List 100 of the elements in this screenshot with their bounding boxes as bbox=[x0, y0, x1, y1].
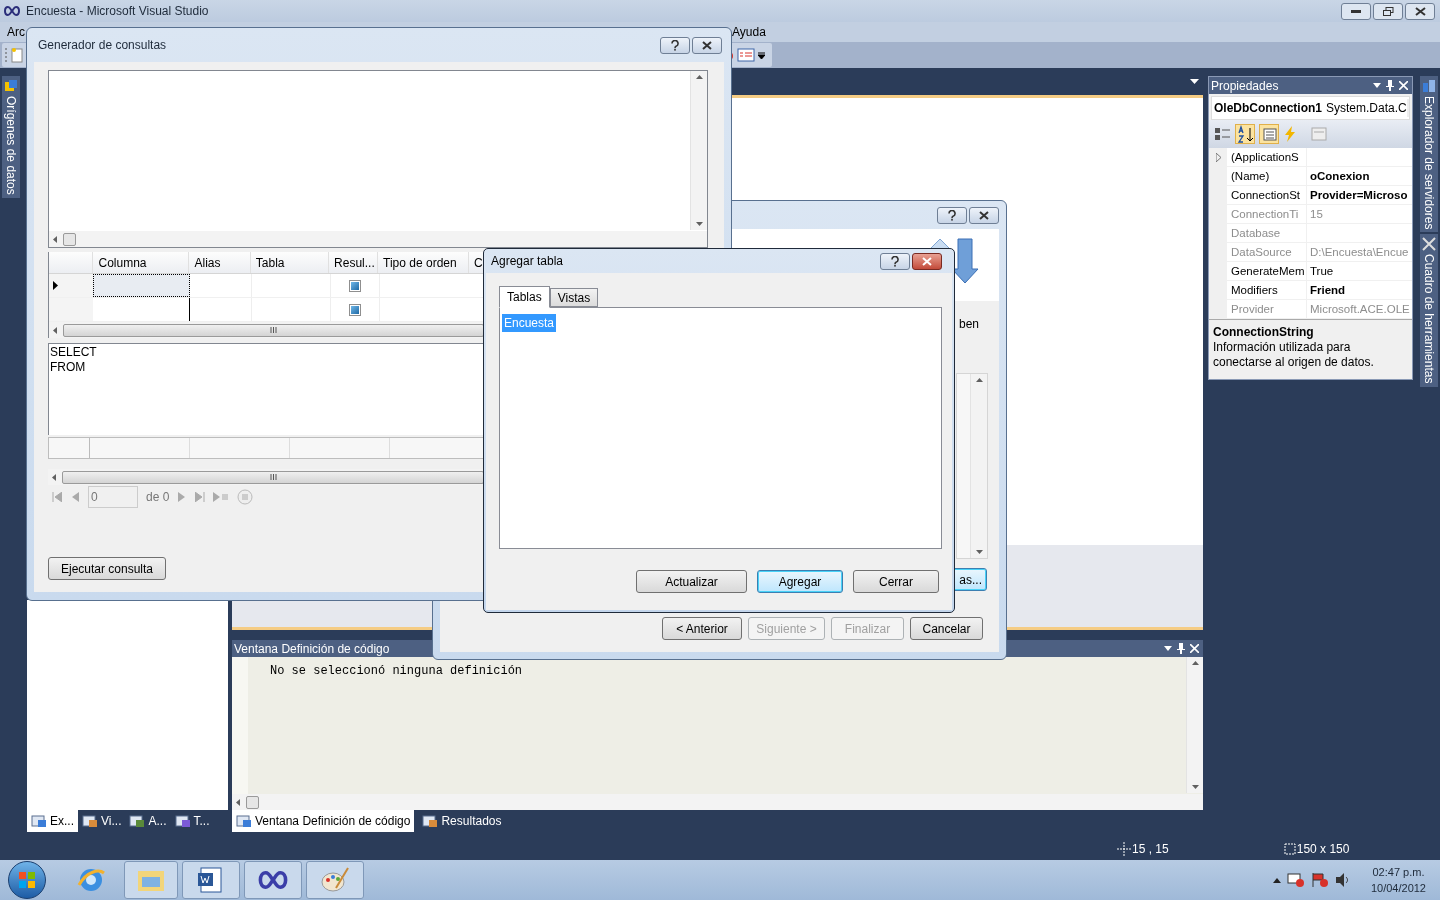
output-checkbox[interactable] bbox=[349, 303, 361, 316]
scroll-left-icon[interactable] bbox=[52, 473, 56, 481]
property-value[interactable]: Friend bbox=[1307, 281, 1346, 299]
property-name[interactable]: DataSource bbox=[1227, 243, 1307, 261]
dialog-button[interactable]: Agregar bbox=[757, 570, 843, 593]
close-icon[interactable] bbox=[1190, 644, 1199, 653]
code-text: No se seleccionó ninguna definición bbox=[270, 664, 523, 678]
vertical-scrollbar[interactable] bbox=[970, 374, 987, 558]
dialog-button[interactable]: Cerrar bbox=[853, 570, 939, 593]
scroll-down-icon[interactable] bbox=[975, 550, 983, 554]
show-hidden-icons-icon[interactable] bbox=[1272, 877, 1281, 883]
scroll-down-icon[interactable] bbox=[695, 222, 703, 226]
scroll-thumb[interactable] bbox=[63, 232, 76, 246]
property-name[interactable]: Modifiers bbox=[1227, 281, 1307, 299]
side-tab[interactable]: Explorador de servidores bbox=[1420, 76, 1438, 233]
help-button[interactable] bbox=[880, 252, 910, 270]
dropdown-icon[interactable] bbox=[1164, 646, 1172, 651]
column-header[interactable]: Columna bbox=[92, 252, 189, 273]
property-name[interactable]: (ApplicationS bbox=[1227, 148, 1307, 166]
clock-time[interactable]: 02:47 p.m. bbox=[1372, 864, 1425, 880]
scroll-thumb[interactable] bbox=[62, 470, 484, 484]
categorized-icon[interactable] bbox=[1213, 125, 1231, 143]
vertical-scrollbar[interactable] bbox=[690, 71, 707, 230]
close-icon bbox=[1414, 6, 1426, 16]
start-button[interactable] bbox=[8, 861, 46, 899]
execute-button[interactable]: Ejecutar consulta bbox=[48, 557, 166, 580]
horizontal-scrollbar[interactable] bbox=[49, 231, 707, 247]
property-name[interactable]: (Name) bbox=[1227, 167, 1307, 185]
close-button[interactable] bbox=[692, 36, 722, 54]
network-error-icon[interactable] bbox=[1286, 872, 1305, 888]
scroll-thumb[interactable] bbox=[63, 323, 484, 337]
scroll-left-icon[interactable] bbox=[53, 326, 57, 334]
property-name[interactable]: GenerateMem bbox=[1227, 262, 1307, 280]
minimize-button[interactable] bbox=[1341, 2, 1371, 20]
column-header[interactable]: Resul... bbox=[328, 252, 378, 273]
scroll-left-icon[interactable] bbox=[53, 235, 57, 243]
app-logo-icon bbox=[4, 6, 20, 16]
clock-date[interactable]: 10/04/2012 bbox=[1370, 880, 1426, 896]
scroll-left-icon[interactable] bbox=[236, 798, 240, 806]
window-icon bbox=[174, 814, 191, 828]
column-header[interactable]: Tipo de orden bbox=[377, 252, 469, 273]
close-button[interactable] bbox=[912, 252, 942, 270]
panel-tab[interactable]: Ventana Definición de código bbox=[232, 810, 415, 832]
column-header[interactable]: Tabla bbox=[249, 252, 329, 273]
scroll-thumb[interactable] bbox=[246, 795, 259, 809]
row-header[interactable] bbox=[49, 274, 93, 297]
pin-icon[interactable] bbox=[1177, 643, 1185, 654]
close-icon[interactable] bbox=[1399, 81, 1408, 90]
scroll-up-icon[interactable] bbox=[695, 75, 703, 79]
help-icon bbox=[890, 255, 900, 267]
scroll-up-icon[interactable] bbox=[1191, 661, 1199, 665]
pin-icon[interactable] bbox=[1386, 80, 1394, 91]
column-header[interactable]: Alias bbox=[188, 252, 250, 273]
side-tab[interactable]: Cuadro de herramientas bbox=[1420, 234, 1438, 387]
taskbar-document-button[interactable] bbox=[182, 861, 240, 899]
sort-alphabetical-icon[interactable] bbox=[1235, 124, 1255, 144]
property-name[interactable]: ConnectionSt bbox=[1227, 186, 1307, 204]
horizontal-scrollbar[interactable] bbox=[232, 794, 1203, 810]
close-button[interactable] bbox=[969, 206, 999, 224]
dialog-button[interactable]: < Anterior bbox=[662, 617, 742, 640]
help-button[interactable] bbox=[660, 36, 690, 54]
dropdown-icon[interactable] bbox=[1190, 79, 1199, 84]
side-tab[interactable]: Orígenes de datos bbox=[2, 76, 20, 198]
menu-item[interactable]: Ayuda bbox=[732, 23, 766, 41]
speaker-icon[interactable] bbox=[1334, 872, 1351, 888]
scroll-up-icon[interactable] bbox=[975, 378, 983, 382]
overflow-icon[interactable] bbox=[758, 51, 765, 59]
position-field[interactable]: 0 bbox=[88, 486, 138, 508]
property-value[interactable]: oConexion bbox=[1307, 167, 1370, 185]
scroll-down-icon[interactable] bbox=[1191, 785, 1199, 789]
cursor-position-icon bbox=[1117, 842, 1131, 856]
properties-icon[interactable] bbox=[1259, 124, 1279, 144]
row-margin[interactable] bbox=[1209, 148, 1227, 166]
tab[interactable]: Tablas bbox=[499, 286, 550, 308]
object-selector[interactable]: OleDbConnection1 System.Data.C bbox=[1211, 96, 1410, 120]
minimize-icon bbox=[1351, 9, 1361, 13]
expand-icon[interactable] bbox=[1215, 152, 1221, 162]
flag-error-icon[interactable] bbox=[1310, 872, 1329, 888]
property-value[interactable]: True bbox=[1307, 262, 1334, 280]
vertical-scrollbar[interactable] bbox=[1186, 657, 1203, 793]
object-name: OleDbConnection1 bbox=[1214, 100, 1322, 117]
taskbar-ide-button[interactable] bbox=[244, 861, 302, 899]
table-cell[interactable] bbox=[93, 274, 190, 297]
tab[interactable]: Vistas bbox=[549, 288, 599, 307]
panel-tab[interactable]: T... bbox=[170, 810, 214, 832]
menu-item[interactable]: Arc bbox=[7, 23, 25, 41]
panel-tab[interactable]: Vi... bbox=[78, 810, 126, 832]
panel-tab[interactable]: Ex... bbox=[27, 810, 78, 832]
dialog-button[interactable]: Cancelar bbox=[910, 617, 983, 640]
panel-tab[interactable]: Resultados bbox=[418, 810, 506, 832]
property-value[interactable]: Provider=Microso bbox=[1307, 186, 1408, 204]
property-name[interactable]: ConnectionTi bbox=[1227, 205, 1307, 223]
close-button[interactable] bbox=[1405, 2, 1435, 20]
property-value[interactable]: 15 bbox=[1307, 205, 1323, 223]
help-button[interactable] bbox=[937, 206, 967, 224]
output-checkbox[interactable] bbox=[349, 279, 361, 292]
dropdown-icon[interactable] bbox=[1373, 83, 1381, 88]
panel-tab[interactable]: A... bbox=[125, 810, 171, 832]
dialog-button[interactable]: Actualizar bbox=[636, 570, 747, 593]
restore-button[interactable] bbox=[1373, 2, 1403, 20]
